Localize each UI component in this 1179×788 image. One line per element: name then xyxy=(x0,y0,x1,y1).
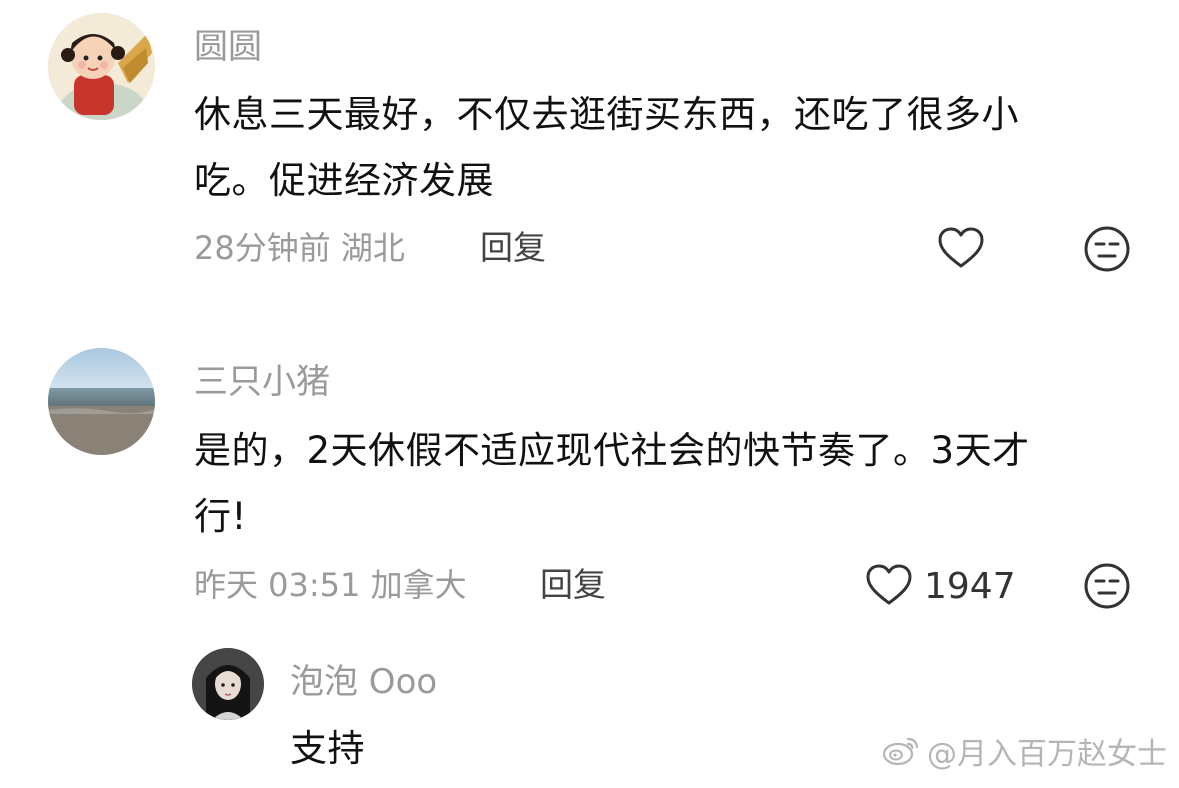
comment-text-line: 休息三天最好，不仅去逛街买东西，还吃了很多小 xyxy=(194,93,1019,136)
avatar[interactable] xyxy=(48,13,155,120)
time-location: 28分钟前 湖北 xyxy=(194,229,405,267)
avatar[interactable] xyxy=(48,348,155,455)
username[interactable]: 圆圆 xyxy=(194,27,262,67)
weibo-icon xyxy=(881,733,921,776)
reply-button[interactable]: 回复 xyxy=(540,565,606,605)
comment-text-line: 行! xyxy=(194,495,247,538)
comment-text: 休息三天最好，不仅去逛街买东西，还吃了很多小 吃。促进经济发展 xyxy=(194,82,1154,214)
time-location: 昨天 03:51 加拿大 xyxy=(194,566,467,604)
like-count: 1947 xyxy=(924,566,1016,607)
heart-outline-icon[interactable] xyxy=(864,561,914,611)
comment-text: 是的，2天休假不适应现代社会的快节奏了。3天才 行! xyxy=(194,418,1154,550)
heart-outline-icon[interactable] xyxy=(936,224,986,274)
reply-button[interactable]: 回复 xyxy=(480,228,546,268)
username[interactable]: 泡泡 Ooo xyxy=(290,662,437,702)
username[interactable]: 三只小猪 xyxy=(194,362,330,402)
avatar[interactable] xyxy=(192,648,264,720)
comment-text-line: 吃。促进经济发展 xyxy=(194,159,494,202)
watermark-text: @月入百万赵女士 xyxy=(927,736,1167,772)
comment-text: 支持 xyxy=(290,727,365,770)
watermark: @月入百万赵女士 xyxy=(881,733,1167,776)
meh-face-icon[interactable] xyxy=(1082,224,1132,274)
meh-face-icon[interactable] xyxy=(1082,561,1132,611)
comment-text-line: 是的，2天休假不适应现代社会的快节奏了。3天才 xyxy=(194,429,1030,472)
